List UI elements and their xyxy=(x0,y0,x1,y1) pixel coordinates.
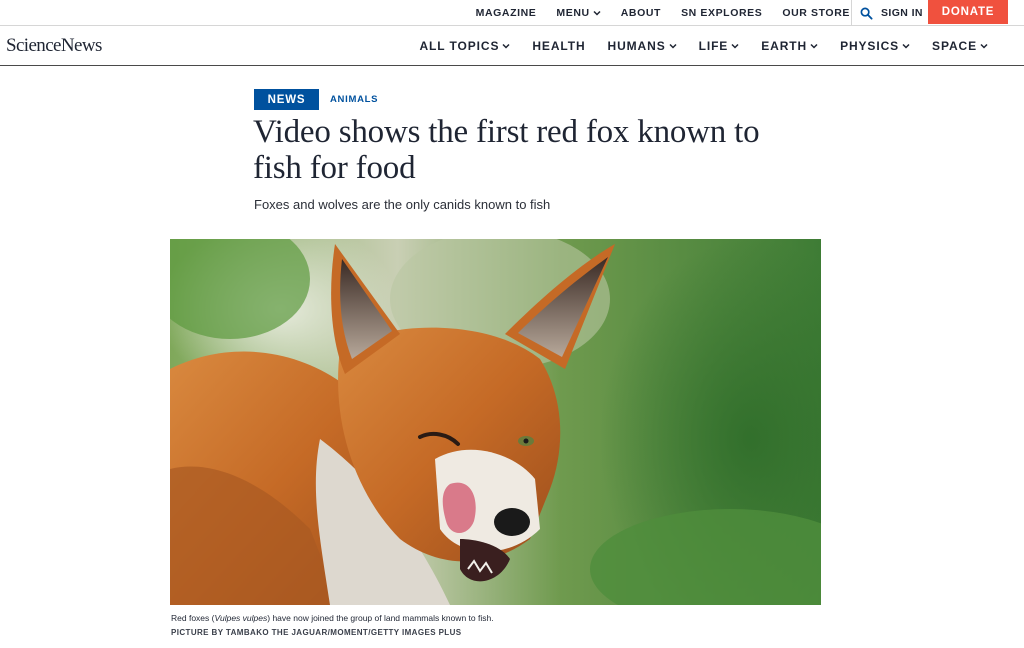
donate-button[interactable]: DONATE xyxy=(928,0,1008,24)
hero-image-red-fox xyxy=(170,239,821,605)
nav-item-humans[interactable]: HUMANS xyxy=(608,39,677,53)
chevron-down-icon xyxy=(810,43,818,49)
news-tag[interactable]: NEWS xyxy=(254,89,319,110)
utility-link-label: ABOUT xyxy=(620,7,662,19)
main-header: ScienceNews ALL TOPICS HEALTH HUMANS LIF… xyxy=(0,27,1024,66)
nav-item-health[interactable]: HEALTH xyxy=(532,39,585,53)
chevron-down-icon xyxy=(980,43,988,49)
divider xyxy=(851,0,852,26)
utility-link-sn-explores[interactable]: SN EXPLORES xyxy=(681,7,762,19)
nav-item-label: SPACE xyxy=(932,39,977,53)
utility-link-menu[interactable]: MENU xyxy=(556,7,601,19)
nav-item-label: EARTH xyxy=(761,39,808,53)
sign-in-button[interactable]: SIGN IN xyxy=(860,0,923,26)
search-icon[interactable] xyxy=(860,7,873,20)
nav-item-label: HUMANS xyxy=(607,39,666,53)
caption-species: Vulpes vulpes xyxy=(214,613,268,623)
utility-link-label: MAGAZINE xyxy=(475,7,537,19)
article-dek: Foxes and wolves are the only canids kno… xyxy=(254,197,551,212)
topic-tag-animals[interactable]: ANIMALS xyxy=(330,94,378,105)
utility-nav: MAGAZINE MENU ABOUT SN EXPLORES OUR STOR… xyxy=(476,0,850,26)
nav-item-label: HEALTH xyxy=(532,39,586,53)
nav-item-all-topics[interactable]: ALL TOPICS xyxy=(419,39,510,53)
caption-text: Red foxes ( xyxy=(171,613,215,623)
nav-item-label: ALL TOPICS xyxy=(419,39,500,53)
utility-link-magazine[interactable]: MAGAZINE xyxy=(476,7,537,19)
utility-link-our-store[interactable]: OUR STORE xyxy=(782,7,850,19)
image-credit: PICTURE BY TAMBAKO THE JAGUAR/MOMENT/GET… xyxy=(171,628,462,637)
nav-item-physics[interactable]: PHYSICS xyxy=(840,39,910,53)
donate-label: DONATE xyxy=(941,6,995,18)
article-headline: Video shows the first red fox known to f… xyxy=(253,114,760,186)
sign-in-label: SIGN IN xyxy=(881,7,923,19)
chevron-down-icon xyxy=(902,43,910,49)
nav-item-label: PHYSICS xyxy=(840,39,900,53)
chevron-down-icon xyxy=(593,10,601,16)
utility-bar: MAGAZINE MENU ABOUT SN EXPLORES OUR STOR… xyxy=(0,0,1024,26)
article-tags: NEWS ANIMALS xyxy=(254,89,378,110)
utility-link-about[interactable]: ABOUT xyxy=(621,7,661,19)
nav-item-life[interactable]: LIFE xyxy=(699,39,740,53)
chevron-down-icon xyxy=(731,43,739,49)
main-nav: ALL TOPICS HEALTH HUMANS LIFE EARTH PHYS… xyxy=(419,27,988,65)
nav-item-label: LIFE xyxy=(698,39,729,53)
nav-item-earth[interactable]: EARTH xyxy=(761,39,818,53)
utility-link-label: SN EXPLORES xyxy=(681,7,763,19)
utility-link-label: OUR STORE xyxy=(782,7,850,19)
caption-text: ) have now joined the group of land mamm… xyxy=(267,613,494,623)
site-logo[interactable]: ScienceNews xyxy=(6,35,102,57)
chevron-down-icon xyxy=(502,43,510,49)
chevron-down-icon xyxy=(669,43,677,49)
image-caption: Red foxes (Vulpes vulpes) have now joine… xyxy=(171,613,494,623)
nav-item-space[interactable]: SPACE xyxy=(932,39,988,53)
utility-link-label: MENU xyxy=(556,7,590,19)
